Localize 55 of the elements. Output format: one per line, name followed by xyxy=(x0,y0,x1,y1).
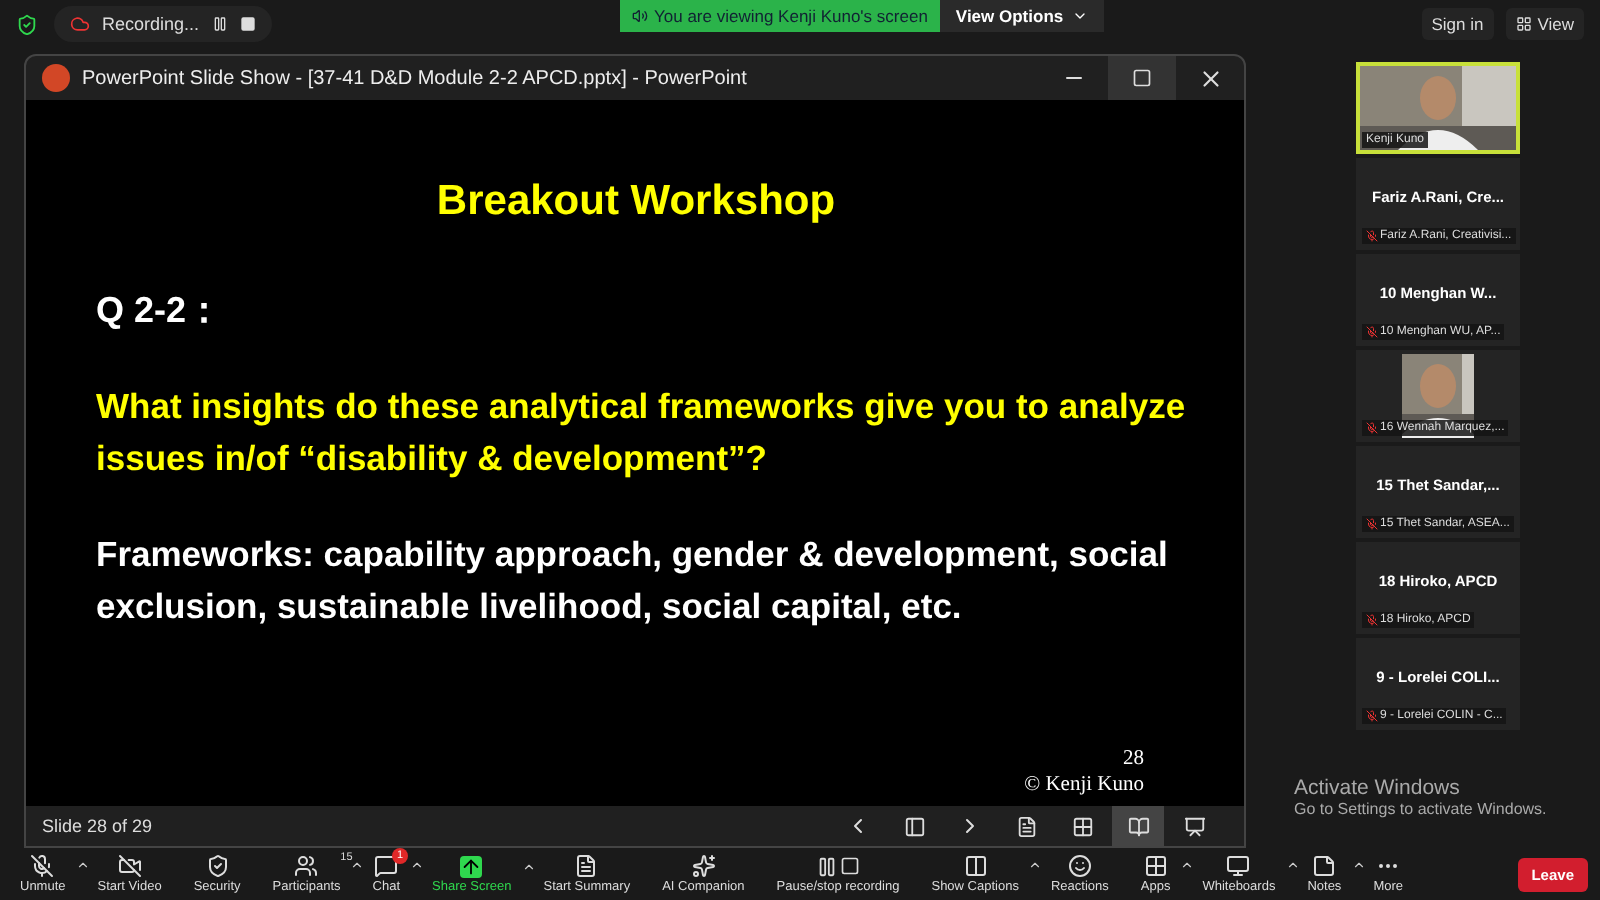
people-icon xyxy=(294,854,319,878)
cloud-icon xyxy=(70,14,90,34)
muted-microphone-icon xyxy=(30,854,55,878)
document-icon xyxy=(574,854,599,878)
shield-icon xyxy=(16,13,38,35)
shield-icon xyxy=(205,854,230,878)
document-icon xyxy=(1015,815,1037,837)
caret-icon[interactable] xyxy=(410,858,424,872)
monitor-icon xyxy=(1226,854,1251,878)
activation-title: Activate Windows xyxy=(1294,776,1462,800)
close-icon xyxy=(1197,65,1223,91)
note-icon xyxy=(1312,854,1337,878)
caret-icon xyxy=(1071,8,1088,24)
captions-icon xyxy=(963,854,988,878)
caret-icon[interactable] xyxy=(350,858,365,872)
slide-counter: Slide 28 of 29 xyxy=(42,816,153,836)
caret-icon[interactable] xyxy=(1351,858,1366,872)
recording-indicator[interactable]: Recording... xyxy=(54,6,272,42)
caret-icon[interactable] xyxy=(521,859,536,873)
caret-icon[interactable] xyxy=(1285,858,1300,872)
pause-icon[interactable] xyxy=(211,16,228,32)
activation-subtitle: Go to Settings to activate Windows. xyxy=(1294,800,1547,818)
speaker-icon xyxy=(632,8,648,24)
grid-icon xyxy=(1515,16,1532,32)
slide-heading: Breakout Workshop xyxy=(436,176,836,228)
sign-in-button[interactable]: Sign in xyxy=(1421,8,1494,40)
copyright-text: © Kenji Kuno xyxy=(1024,772,1144,798)
video-off-icon xyxy=(117,854,142,878)
caret-icon[interactable] xyxy=(1180,858,1195,872)
stop-icon xyxy=(840,855,861,875)
stop-icon[interactable] xyxy=(239,16,256,32)
apps-icon xyxy=(1143,854,1168,878)
chat-icon xyxy=(374,854,399,878)
book-icon xyxy=(1127,815,1149,837)
viewing-banner: You are viewing Kenji Kuno's screen xyxy=(620,0,940,32)
question-text: What insights do these analytical frameworks give you to analyze issues in/of “disability & development”? xyxy=(96,384,1188,482)
caret-icon[interactable] xyxy=(1028,858,1043,872)
grid-icon xyxy=(1071,815,1093,837)
maximize-icon xyxy=(1132,68,1152,88)
presentation-icon xyxy=(1183,815,1205,837)
smiley-icon xyxy=(1067,854,1092,878)
maximize-button[interactable] xyxy=(1108,56,1176,100)
frameworks-text: Frameworks: capability approach, gender & development, social exclusion, sustainable livelihood, social capital, etc. xyxy=(96,532,1170,630)
page-number: 28 xyxy=(1123,746,1144,772)
window-title: PowerPoint Slide Show - [37-41 D&D Module 2-2 APCD.pptx] - PowerPoint xyxy=(82,67,747,89)
view-options-button[interactable]: View Options xyxy=(939,0,1104,32)
question-number: Q 2-2： xyxy=(96,288,223,334)
reading-view-button[interactable] xyxy=(1112,806,1164,846)
share-icon xyxy=(460,855,483,877)
panel-icon xyxy=(903,815,925,837)
powerpoint-icon xyxy=(42,64,70,92)
caret-icon[interactable] xyxy=(75,858,90,872)
sparkle-icon xyxy=(691,854,716,878)
pause-icon xyxy=(816,855,839,877)
view-button[interactable]: View xyxy=(1505,8,1584,40)
